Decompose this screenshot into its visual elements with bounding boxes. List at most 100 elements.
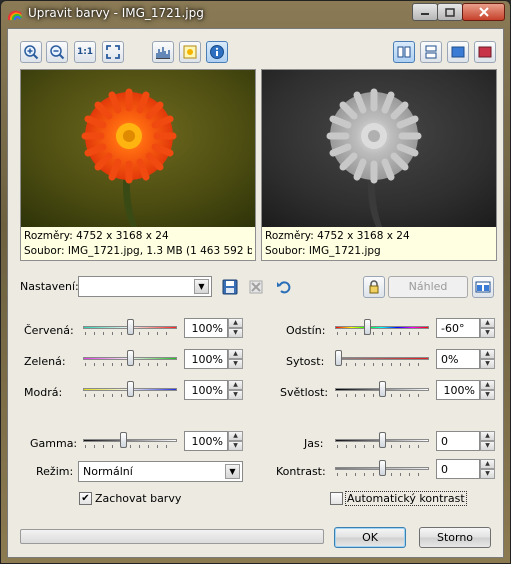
chevron-down-icon: ▼ bbox=[194, 279, 209, 294]
preview-button[interactable]: Náhled bbox=[388, 276, 468, 298]
original-image-panel: Rozměry: 4752 x 3168 x 24 Soubor: IMG_17… bbox=[20, 69, 256, 261]
lightness-value[interactable]: 100% bbox=[436, 380, 480, 400]
hue-value[interactable]: -60° bbox=[436, 318, 480, 338]
contrast-down-arrow[interactable]: ▼ bbox=[480, 469, 495, 479]
lightness-up-arrow[interactable]: ▲ bbox=[480, 380, 495, 390]
ok-button[interactable]: OK bbox=[334, 527, 406, 548]
auto-adjust-button[interactable] bbox=[179, 41, 201, 63]
red-stepper[interactable]: 100% ▲ ▼ bbox=[184, 318, 244, 338]
hue-label: Odstín: bbox=[286, 324, 326, 337]
red-up-arrow[interactable]: ▲ bbox=[228, 318, 243, 328]
contrast-value[interactable]: 0 bbox=[436, 459, 480, 479]
reset-settings-button[interactable] bbox=[274, 277, 294, 297]
red-value[interactable]: 100% bbox=[184, 318, 228, 338]
red-slider[interactable] bbox=[83, 318, 177, 338]
blue-down-arrow[interactable]: ▼ bbox=[228, 390, 243, 400]
saturation-slider[interactable] bbox=[335, 349, 429, 369]
save-settings-button[interactable] bbox=[220, 277, 240, 297]
view-preview-only-button[interactable] bbox=[447, 41, 469, 63]
lightness-stepper[interactable]: 100% ▲ ▼ bbox=[436, 380, 496, 400]
blue-label: Modrá: bbox=[24, 386, 63, 399]
brightness-stepper[interactable]: 0 ▲ ▼ bbox=[436, 431, 496, 451]
minimize-icon bbox=[421, 13, 429, 15]
dialog-window: Upravit barvy - IMG_1721.jpg 1:1 Rozměry… bbox=[0, 0, 511, 564]
compare-view-button[interactable] bbox=[472, 276, 494, 298]
zoom-in-button[interactable] bbox=[20, 41, 42, 63]
auto-contrast-checkbox[interactable] bbox=[330, 492, 343, 505]
save-icon bbox=[222, 279, 238, 295]
lock-icon bbox=[369, 280, 379, 294]
contrast-stepper[interactable]: 0 ▲ ▼ bbox=[436, 459, 496, 479]
saturation-down-arrow[interactable]: ▼ bbox=[480, 359, 495, 369]
gamma-up-arrow[interactable]: ▲ bbox=[228, 431, 243, 441]
original-image[interactable] bbox=[21, 70, 255, 227]
settings-combo[interactable]: ▼ bbox=[78, 276, 212, 297]
keep-colors-checkbox[interactable]: ✔ bbox=[79, 492, 92, 505]
blue-stepper[interactable]: 100% ▲ ▼ bbox=[184, 380, 244, 400]
saturation-value[interactable]: 0% bbox=[436, 349, 480, 369]
preview-image-panel: Rozměry: 4752 x 3168 x 24 Soubor: IMG_17… bbox=[261, 69, 497, 261]
info-icon bbox=[210, 45, 224, 59]
delete-settings-button[interactable] bbox=[246, 277, 266, 297]
cancel-button[interactable]: Storno bbox=[419, 527, 491, 548]
title-bar[interactable]: Upravit barvy - IMG_1721.jpg bbox=[1, 1, 510, 27]
mode-combo[interactable]: Normální ▼ bbox=[78, 461, 243, 482]
mode-label: Režim: bbox=[36, 465, 74, 478]
compare-icon bbox=[475, 281, 491, 293]
preview-only-icon bbox=[451, 46, 465, 58]
blue-value[interactable]: 100% bbox=[184, 380, 228, 400]
minimize-button[interactable] bbox=[412, 3, 438, 21]
saturation-label: Sytost: bbox=[286, 355, 325, 368]
fit-window-icon bbox=[106, 45, 120, 59]
green-value[interactable]: 100% bbox=[184, 349, 228, 369]
brightness-slider[interactable] bbox=[335, 431, 429, 451]
lightness-down-arrow[interactable]: ▼ bbox=[480, 390, 495, 400]
brightness-value[interactable]: 0 bbox=[436, 431, 480, 451]
green-up-arrow[interactable]: ▲ bbox=[228, 349, 243, 359]
close-button[interactable] bbox=[462, 3, 505, 21]
brightness-up-arrow[interactable]: ▲ bbox=[480, 431, 495, 441]
contrast-slider[interactable] bbox=[335, 459, 429, 479]
saturation-up-arrow[interactable]: ▲ bbox=[480, 349, 495, 359]
green-slider[interactable] bbox=[83, 349, 177, 369]
brightness-label: Jas: bbox=[304, 437, 324, 450]
view-original-only-button[interactable] bbox=[474, 41, 496, 63]
actual-size-button[interactable]: 1:1 bbox=[74, 41, 96, 63]
saturation-stepper[interactable]: 0% ▲ ▼ bbox=[436, 349, 496, 369]
side-by-side-icon bbox=[397, 46, 411, 58]
preview-image[interactable] bbox=[262, 70, 496, 227]
view-side-by-side-button[interactable] bbox=[393, 41, 415, 63]
contrast-up-arrow[interactable]: ▲ bbox=[480, 459, 495, 469]
zoom-out-button[interactable] bbox=[46, 41, 68, 63]
gamma-slider[interactable] bbox=[83, 431, 177, 451]
lock-preview-button[interactable] bbox=[363, 276, 385, 298]
keep-colors-label[interactable]: Zachovat barvy bbox=[95, 492, 181, 505]
flower-color-image bbox=[21, 70, 255, 227]
blue-slider[interactable] bbox=[83, 380, 177, 400]
maximize-button[interactable] bbox=[437, 3, 463, 21]
brightness-down-arrow[interactable]: ▼ bbox=[480, 441, 495, 451]
hue-slider[interactable] bbox=[335, 318, 429, 338]
hue-up-arrow[interactable]: ▲ bbox=[480, 318, 495, 328]
lightness-slider[interactable] bbox=[335, 380, 429, 400]
gamma-value[interactable]: 100% bbox=[184, 431, 228, 451]
hue-stepper[interactable]: -60° ▲ ▼ bbox=[436, 318, 496, 338]
gamma-down-arrow[interactable]: ▼ bbox=[228, 441, 243, 451]
contrast-label: Kontrast: bbox=[276, 465, 326, 478]
red-down-arrow[interactable]: ▼ bbox=[228, 328, 243, 338]
gamma-label: Gamma: bbox=[30, 437, 78, 450]
hue-down-arrow[interactable]: ▼ bbox=[480, 328, 495, 338]
auto-contrast-label[interactable]: Automatický kontrast bbox=[345, 491, 467, 506]
histogram-button[interactable] bbox=[152, 41, 174, 63]
green-label: Zelená: bbox=[24, 355, 66, 368]
gamma-stepper[interactable]: 100% ▲ ▼ bbox=[184, 431, 244, 451]
fit-window-button[interactable] bbox=[102, 41, 124, 63]
original-file-info: Soubor: IMG_1721.jpg, 1.3 MB (1 463 592 … bbox=[24, 245, 252, 257]
green-down-arrow[interactable]: ▼ bbox=[228, 359, 243, 369]
view-stacked-button[interactable] bbox=[420, 41, 442, 63]
blue-up-arrow[interactable]: ▲ bbox=[228, 380, 243, 390]
green-stepper[interactable]: 100% ▲ ▼ bbox=[184, 349, 244, 369]
stacked-icon bbox=[425, 45, 437, 59]
info-button[interactable] bbox=[206, 41, 228, 63]
window-title: Upravit barvy - IMG_1721.jpg bbox=[28, 6, 204, 20]
